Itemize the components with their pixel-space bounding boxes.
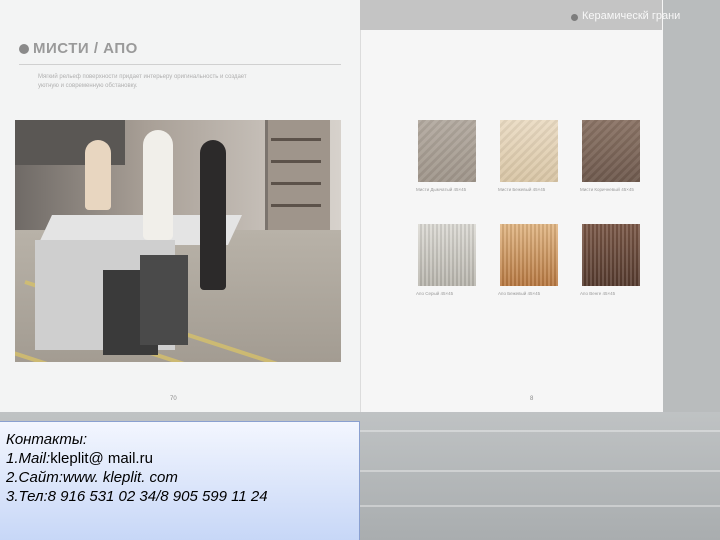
brochure-spread: МИСТИ / АПО Мягкий рельеф поверхности пр… xyxy=(0,0,680,412)
tile-swatch xyxy=(500,120,558,182)
collection-description: Мягкий рельеф поверхности придает интерь… xyxy=(38,74,247,89)
photo-shelf xyxy=(271,182,321,185)
brand-bullet-icon xyxy=(571,14,578,21)
photo-stool xyxy=(140,255,188,345)
photo-shelf xyxy=(271,160,321,163)
title-bullet-icon xyxy=(19,44,29,54)
mail-value[interactable]: kleplit@ mail.ru xyxy=(50,450,153,467)
tile-swatch-caption: Апо Бежевый 45×45 xyxy=(498,291,541,296)
contacts-heading: Контакты: xyxy=(6,431,88,448)
tile-swatch xyxy=(582,120,640,182)
phone-label: 3.Тел: xyxy=(6,488,48,505)
collection-title: МИСТИ / АПО xyxy=(33,40,138,57)
site-value[interactable]: www. kleplit. com xyxy=(63,469,178,486)
background-edge xyxy=(662,0,720,412)
tile-swatch-caption: Мисти Коричневый 45×45 xyxy=(580,187,634,192)
left-page-number: 70 xyxy=(170,396,177,402)
photo-person xyxy=(143,130,173,240)
contacts-box: Контакты: 1.Mail:kleplit@ mail.ru 2.Сайт… xyxy=(0,421,360,540)
tile-swatch xyxy=(418,120,476,182)
brochure-right-page xyxy=(360,0,663,412)
right-page-number: 8 xyxy=(530,396,534,402)
tile-swatch xyxy=(418,224,476,286)
mail-label: 1.Mail: xyxy=(6,450,51,467)
photo-shelf xyxy=(271,138,321,141)
brand-label: Керамическй грани xyxy=(582,10,681,22)
tile-swatch-caption: Апо Венге 45×45 xyxy=(580,291,616,296)
kitchen-photo xyxy=(15,120,341,362)
site-label: 2.Сайт: xyxy=(6,469,63,486)
photo-person xyxy=(85,140,111,210)
contact-site: 2.Сайт:www. kleplit. com xyxy=(6,468,353,487)
tile-swatch-caption: Мисти Дымчатый 45×45 xyxy=(416,187,467,192)
contact-mail: 1.Mail:kleplit@ mail.ru xyxy=(6,449,353,468)
photo-shelf xyxy=(271,204,321,207)
phone-value: 8 916 531 02 34/8 905 599 11 24 xyxy=(47,488,268,505)
tile-swatch-caption: Мисти Бежевый 45×45 xyxy=(498,187,546,192)
tile-swatch xyxy=(500,224,558,286)
photo-person xyxy=(200,140,226,290)
brochure-left-page: МИСТИ / АПО Мягкий рельеф поверхности пр… xyxy=(0,0,360,412)
contact-phone: 3.Тел:8 916 531 02 34/8 905 599 11 24 xyxy=(6,487,353,506)
tile-swatch-caption: Апо Серый 45×45 xyxy=(416,291,454,296)
tile-swatch xyxy=(582,224,640,286)
title-divider xyxy=(19,64,341,65)
